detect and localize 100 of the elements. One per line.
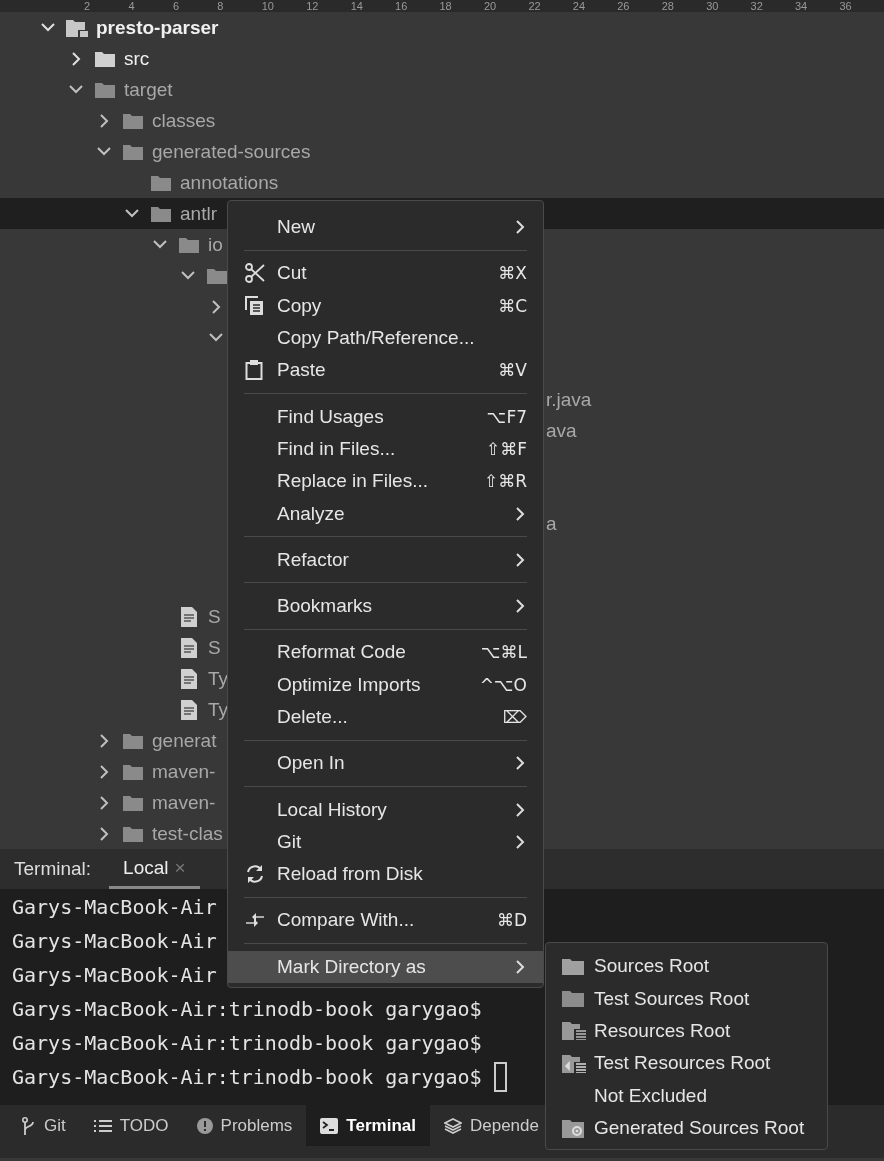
menu-item[interactable]: Resources Root xyxy=(546,1014,827,1048)
chevron-down-icon[interactable] xyxy=(209,333,223,342)
panel-title: Terminal: xyxy=(14,858,92,880)
clipboard-icon xyxy=(245,360,263,381)
menu-item[interactable]: Analyze xyxy=(228,497,543,530)
ruler-number: 34 xyxy=(795,0,809,12)
chevron-down-icon[interactable] xyxy=(41,23,55,32)
chevron-right-icon[interactable] xyxy=(99,733,109,748)
tree-item-label[interactable]: io xyxy=(208,233,223,256)
ruler-number: 12 xyxy=(306,0,320,12)
chevron-right-icon[interactable] xyxy=(99,826,109,841)
tool-window-tab[interactable]: Problems xyxy=(182,1105,307,1146)
tool-window-tab[interactable]: Terminal xyxy=(306,1105,430,1146)
menu-item[interactable]: Delete... ⌦ xyxy=(228,700,543,734)
menu-item[interactable]: Find Usages ⌥F7 xyxy=(228,400,543,433)
menu-item[interactable]: Refactor xyxy=(228,543,543,576)
layers-icon xyxy=(443,1117,462,1134)
menu-item[interactable]: Test Sources Root xyxy=(546,982,827,1015)
menu-item[interactable]: Reformat Code ⌥⌘L xyxy=(228,636,543,669)
menu-item[interactable]: Replace in Files... ⇧⌘R xyxy=(228,465,543,498)
menu-item[interactable]: Copy ⌘C xyxy=(228,289,543,322)
tree-item-label[interactable]: Ty xyxy=(208,698,229,721)
menu-item[interactable]: Git xyxy=(228,825,543,859)
tree-item-label[interactable]: antlr xyxy=(180,202,217,225)
menu-item[interactable]: Reload from Disk xyxy=(228,858,543,891)
menu-item[interactable]: Sources Root xyxy=(546,950,827,983)
menu-item[interactable]: Open In xyxy=(228,747,543,780)
chevron-right-icon[interactable] xyxy=(99,764,109,779)
ruler-number: 36 xyxy=(839,0,853,12)
ruler-number: 24 xyxy=(572,0,587,12)
folder-icon xyxy=(123,794,143,811)
chevron-down-icon[interactable] xyxy=(181,271,195,280)
ruler-number: 8 xyxy=(217,0,225,12)
file-name[interactable]: r.java xyxy=(546,388,592,411)
file-name[interactable]: a xyxy=(546,512,557,535)
folder-icon xyxy=(151,205,171,222)
folder-icon xyxy=(95,50,115,67)
chevron-right-icon[interactable] xyxy=(99,113,109,128)
menu-item[interactable]: Paste ⌘V xyxy=(228,354,543,387)
folder-icon xyxy=(123,112,143,129)
ruler-number: 26 xyxy=(617,0,631,12)
menu-item[interactable]: Compare With... ⌘D xyxy=(228,904,543,937)
tree-item-label[interactable]: annotations xyxy=(180,171,279,194)
folder-lines-icon xyxy=(562,1053,586,1073)
folder-icon xyxy=(123,763,143,780)
reload-icon xyxy=(245,864,265,885)
menu-item[interactable]: Find in Files... ⇧⌘F xyxy=(228,432,543,466)
ruler-number: 16 xyxy=(395,0,409,12)
ruler-number: 32 xyxy=(750,0,764,12)
terminal-line: Garys-MacBook-Air xyxy=(12,929,217,953)
file-icon xyxy=(181,668,197,689)
tree-item-label[interactable]: test-clas xyxy=(152,822,223,845)
menu-item[interactable]: Cut ⌘X xyxy=(228,257,543,290)
ruler-number: 30 xyxy=(706,0,720,12)
ruler-number: 22 xyxy=(528,0,542,12)
chevron-right-icon[interactable] xyxy=(71,51,81,66)
menu-item[interactable]: Mark Directory as xyxy=(228,950,543,983)
ruler-number: 14 xyxy=(350,0,364,12)
tree-item-label[interactable]: src xyxy=(124,47,150,70)
terminal-line: Garys-MacBook-Air:trinodb-book garygao$ xyxy=(12,997,482,1021)
folder-icon xyxy=(123,143,143,160)
tree-item-label[interactable]: maven- xyxy=(152,760,216,783)
chevron-down-icon[interactable] xyxy=(153,240,167,249)
menu-item[interactable]: Local History xyxy=(228,793,543,826)
chevron-right-icon[interactable] xyxy=(99,795,109,810)
menu-item[interactable]: Bookmarks xyxy=(228,589,543,623)
ruler-number: 28 xyxy=(661,0,675,12)
warning-icon xyxy=(196,1117,213,1134)
chevron-right-icon[interactable] xyxy=(211,299,221,314)
tree-item-label[interactable]: presto-parser xyxy=(96,16,219,39)
ruler-number: 18 xyxy=(439,0,453,12)
module-folder-icon xyxy=(66,18,88,37)
ruler-number: 20 xyxy=(483,0,498,12)
tree-item-label[interactable]: generat xyxy=(152,729,217,752)
menu-item[interactable]: Optimize Imports ^⌥O xyxy=(228,668,543,701)
copy-icon xyxy=(245,295,265,316)
file-icon xyxy=(181,699,197,720)
chevron-down-icon[interactable] xyxy=(125,209,139,218)
terminal-line: Garys-MacBook-Air:trinodb-book garygao$ xyxy=(12,1031,482,1055)
tree-item-label[interactable]: classes xyxy=(152,109,216,132)
tree-item-label[interactable]: maven- xyxy=(152,791,216,814)
menu-item[interactable]: New xyxy=(228,211,543,244)
tool-window-tab[interactable]: Git xyxy=(8,1105,80,1146)
file-icon xyxy=(181,637,197,658)
folder-icon xyxy=(562,990,584,1008)
tree-item-label[interactable]: Ty xyxy=(208,667,229,690)
tree-item-label[interactable]: S xyxy=(208,636,221,659)
ruler-number: 4 xyxy=(128,0,136,12)
menu-item[interactable]: Test Resources Root xyxy=(546,1047,827,1080)
chevron-down-icon[interactable] xyxy=(69,85,83,94)
tree-item-label[interactable]: generated-sources xyxy=(152,140,311,163)
menu-item[interactable]: Copy Path/Reference... xyxy=(228,321,543,355)
terminal-line: Garys-MacBook-Air xyxy=(12,895,217,919)
file-name[interactable]: ava xyxy=(546,419,577,442)
chevron-down-icon[interactable] xyxy=(97,147,111,156)
tool-window-tab[interactable]: TODO xyxy=(79,1105,183,1146)
tree-item-label[interactable]: S xyxy=(208,605,221,628)
list-icon xyxy=(93,1118,112,1133)
tree-item-label[interactable]: target xyxy=(124,78,173,101)
tab-label[interactable]: Local xyxy=(123,856,169,879)
